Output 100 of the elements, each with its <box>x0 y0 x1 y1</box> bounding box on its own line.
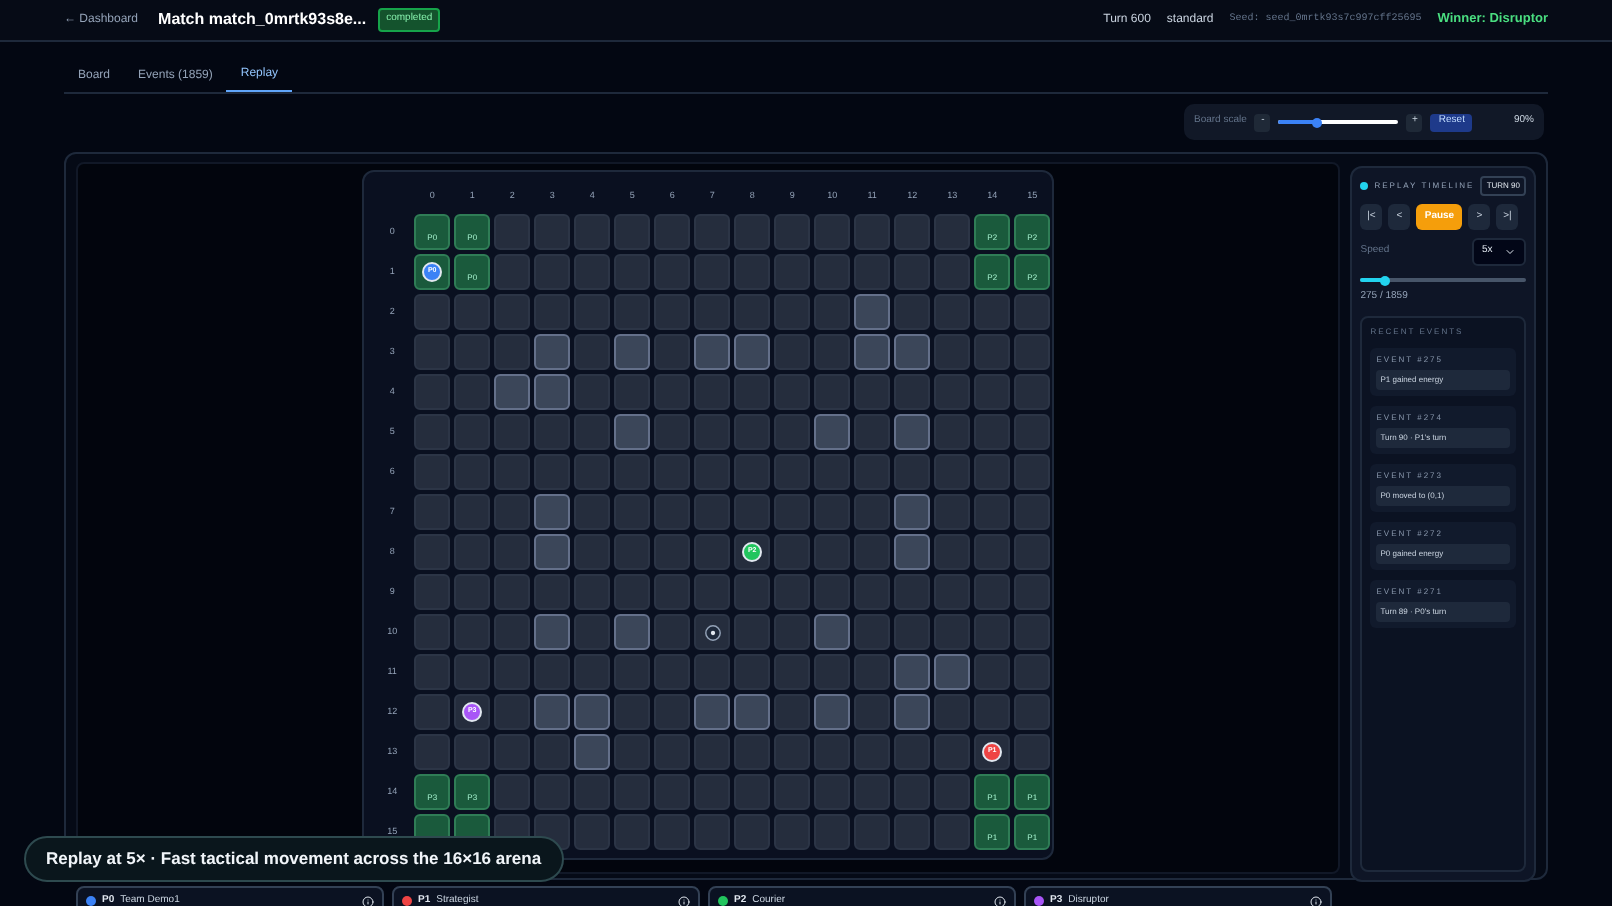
grid-cell <box>414 494 451 530</box>
grid-cell <box>534 774 571 810</box>
grid-cell <box>454 734 491 770</box>
grid-cell <box>934 734 971 770</box>
match-title: Match match_0mrtk93s8e... <box>158 8 367 32</box>
grid-cell <box>694 814 731 850</box>
grid-cell <box>694 494 731 530</box>
grid-cell <box>894 254 931 290</box>
chevron-down-icon <box>1504 246 1516 258</box>
grid-cell <box>734 254 771 290</box>
grid-cell <box>774 494 811 530</box>
grid-cell <box>494 414 531 450</box>
grid-cell <box>734 654 771 690</box>
grid-cell <box>934 814 971 850</box>
grid-cell <box>654 294 691 330</box>
grid-cell <box>654 454 691 490</box>
grid-cell <box>614 494 651 530</box>
grid-cell <box>854 374 891 410</box>
grid-cell <box>654 774 691 810</box>
wall-cell <box>934 654 971 690</box>
grid-cell <box>934 494 971 530</box>
wall-cell <box>894 334 931 370</box>
grid-cell <box>494 574 531 610</box>
grid-cell <box>734 574 771 610</box>
grid-cell <box>494 734 531 770</box>
grid-cell <box>534 214 571 250</box>
grid-cell <box>494 294 531 330</box>
grid-cell <box>694 774 731 810</box>
grid-cell <box>574 374 611 410</box>
wall-cell <box>694 334 731 370</box>
grid-cell <box>894 294 931 330</box>
grid-cell <box>854 694 891 730</box>
info-icon[interactable] <box>678 896 690 906</box>
grid-cell <box>814 334 851 370</box>
grid-cell <box>534 294 571 330</box>
grid-cell <box>854 614 891 650</box>
grid-cell <box>814 214 851 250</box>
grid-cell <box>454 574 491 610</box>
grid-cell <box>934 454 971 490</box>
grid-cell <box>494 614 531 650</box>
grid-cell <box>774 814 811 850</box>
grid-cell <box>454 654 491 690</box>
grid-cell <box>894 814 931 850</box>
grid-cell <box>494 534 531 570</box>
caption-banner: Replay at 5× · Fast tactical movement across the 16×16 arena <box>24 836 564 882</box>
grid-cell <box>454 454 491 490</box>
grid-cell <box>854 414 891 450</box>
grid-cell <box>654 574 691 610</box>
wall-cell <box>814 614 851 650</box>
info-icon[interactable] <box>1310 896 1322 906</box>
grid-cell <box>974 614 1011 650</box>
grid-cell <box>574 454 611 490</box>
grid-cell <box>774 454 811 490</box>
grid-cell <box>454 534 491 570</box>
grid-cell <box>694 454 731 490</box>
grid-cell <box>534 454 571 490</box>
grid-cell <box>614 214 651 250</box>
wall-cell <box>494 374 531 410</box>
grid-cell <box>614 454 651 490</box>
grid-cell <box>614 654 651 690</box>
wall-cell <box>694 694 731 730</box>
wall-cell <box>614 414 651 450</box>
grid-cell <box>854 814 891 850</box>
grid-cell <box>454 294 491 330</box>
grid-cell <box>854 254 891 290</box>
grid-cell <box>694 734 731 770</box>
grid-cell <box>814 774 851 810</box>
grid-cell <box>894 614 931 650</box>
info-icon[interactable] <box>362 896 374 906</box>
grid-cell <box>454 334 491 370</box>
grid-cell <box>854 774 891 810</box>
grid-cell <box>614 814 651 850</box>
wall-cell <box>854 294 891 330</box>
grid-cell <box>534 734 571 770</box>
grid-cell <box>494 254 531 290</box>
grid-cell <box>494 774 531 810</box>
wall-cell <box>574 734 611 770</box>
grid-cell <box>934 374 971 410</box>
grid-cell <box>734 374 771 410</box>
grid-cell <box>574 534 611 570</box>
grid-cell <box>814 294 851 330</box>
wall-cell <box>894 534 931 570</box>
grid-cell <box>734 774 771 810</box>
grid-cell <box>574 774 611 810</box>
grid-cell <box>814 254 851 290</box>
grid-cell <box>694 214 731 250</box>
grid-cell <box>654 534 691 570</box>
grid-cell <box>774 414 811 450</box>
grid-cell <box>654 734 691 770</box>
grid-cell <box>774 614 811 650</box>
grid-cell <box>494 214 531 250</box>
grid-cell <box>694 374 731 410</box>
info-icon[interactable] <box>994 896 1006 906</box>
grid-cell <box>654 814 691 850</box>
grid-cell <box>974 334 1011 370</box>
wall-cell <box>534 694 571 730</box>
grid-cell <box>814 494 851 530</box>
grid-cell <box>894 214 931 250</box>
wall-cell <box>894 694 931 730</box>
grid-cell <box>614 294 651 330</box>
